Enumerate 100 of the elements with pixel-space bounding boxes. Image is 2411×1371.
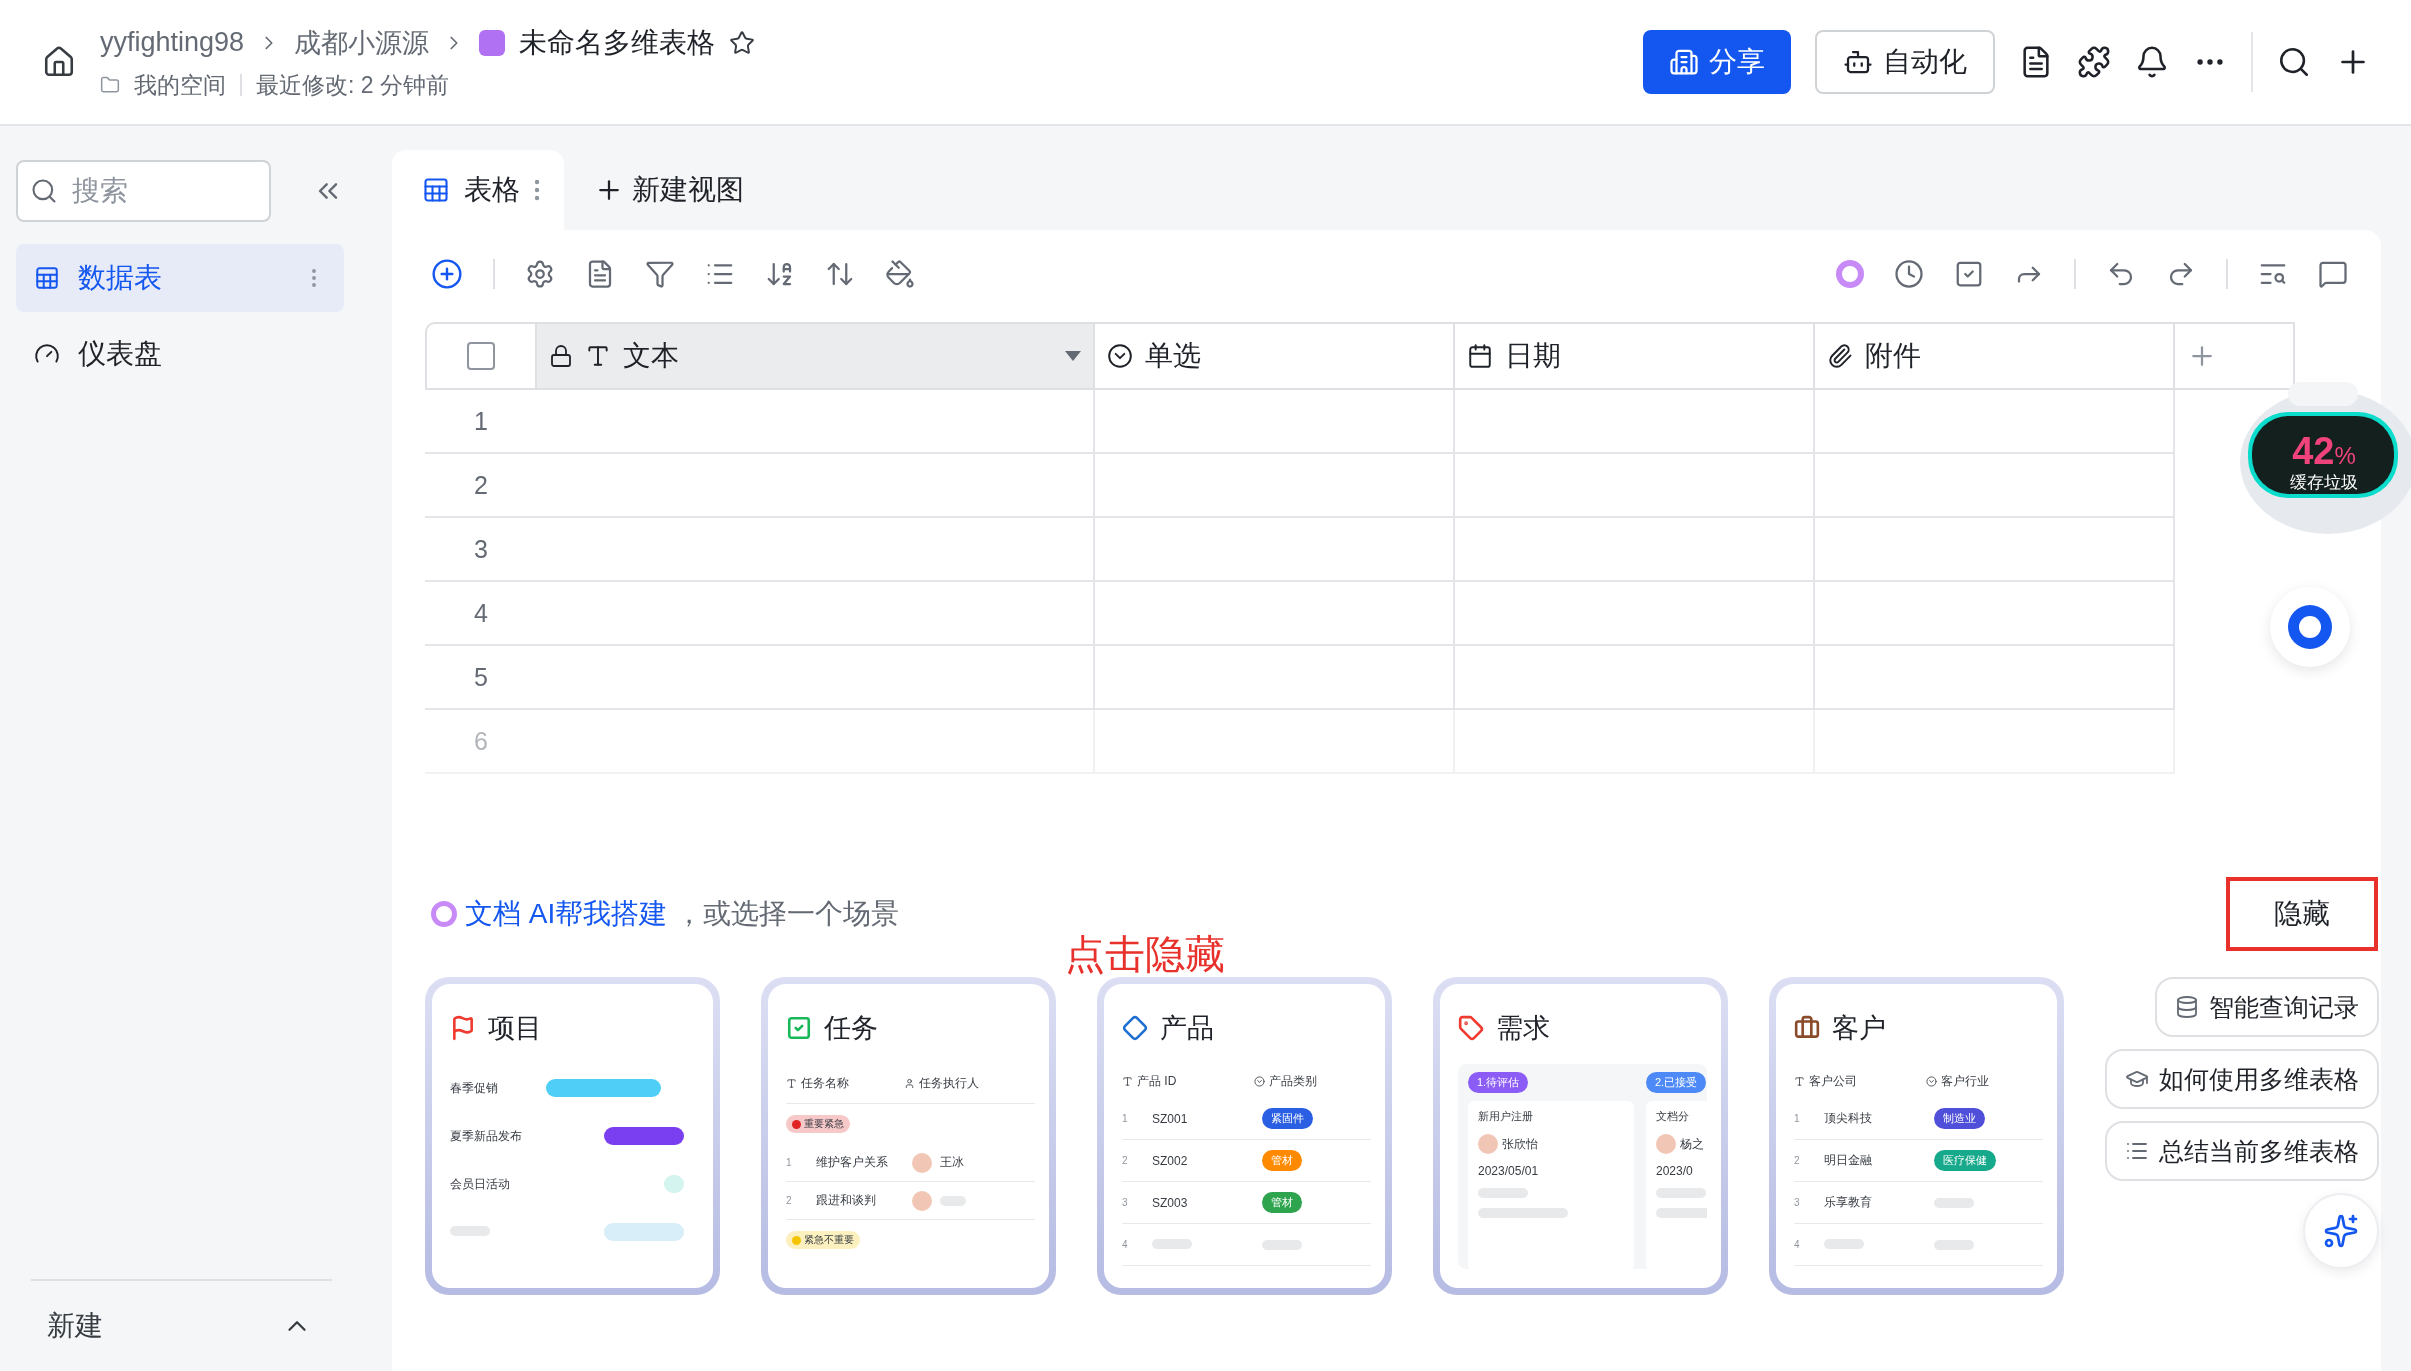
document-title: 未命名多维表格: [519, 25, 716, 60]
star-icon[interactable]: [729, 29, 756, 56]
avatar: [1656, 1134, 1676, 1154]
table-cell-text: 乐享教育: [1824, 1194, 1873, 1211]
checkbox-icon: [786, 1015, 812, 1041]
table-cell-text: SZ002: [1152, 1153, 1189, 1168]
row-number: 2: [425, 454, 537, 518]
table-cell[interactable]: [1095, 518, 1455, 582]
automation-button[interactable]: 自动化: [1815, 30, 1995, 94]
scene-card[interactable]: 任务 任务名称 任务执行人 重要紧急 1 维护客户关系 王冰 2 跟进和谈判 紧急不重要: [761, 977, 1056, 1295]
category-tag: 管材: [1262, 1192, 1302, 1213]
new-view-button[interactable]: 新建视图: [582, 150, 756, 230]
assistant-action-button[interactable]: 智能查询记录: [2155, 977, 2379, 1037]
table-cell[interactable]: [1455, 518, 1815, 582]
assistant-action-button[interactable]: 如何使用多维表格: [2105, 1049, 2379, 1109]
filter-icon[interactable]: [645, 259, 675, 289]
table-cell[interactable]: [1455, 646, 1815, 710]
dropdown-icon[interactable]: [1065, 351, 1081, 361]
table-cell[interactable]: [1815, 646, 2175, 710]
stage-tag: 1.待评估: [1468, 1072, 1529, 1093]
app-icon: [479, 29, 506, 56]
avatar: [912, 1152, 932, 1173]
table-cell[interactable]: [1455, 390, 1815, 454]
table-cell: 王冰: [940, 1154, 964, 1171]
table-cell[interactable]: [1815, 390, 2175, 454]
scene-card[interactable]: 产品 产品 ID 产品类别 1 SZ001 紧固件 2 SZ002 管材 3 SZ003 管材 4: [1097, 977, 1392, 1295]
table-cell[interactable]: [1455, 582, 1815, 646]
table-cell[interactable]: [537, 454, 1095, 518]
table-icon: [422, 176, 450, 204]
table-cell[interactable]: [1815, 518, 2175, 582]
select-icon: [1107, 343, 1133, 369]
settings-icon[interactable]: [525, 259, 555, 289]
ai-ring-icon[interactable]: [1836, 260, 1864, 288]
share-button[interactable]: 分享: [1643, 30, 1791, 94]
gantt-bar: [664, 1175, 684, 1193]
table-cell[interactable]: [1815, 710, 2175, 774]
table-cell[interactable]: [1095, 646, 1455, 710]
row-number: 2: [786, 1195, 793, 1206]
kanban-card: 文档分 杨之 2023/0: [1646, 1101, 1707, 1269]
checkbox[interactable]: [467, 342, 495, 370]
paint-bucket-icon[interactable]: [885, 259, 915, 289]
hide-button[interactable]: 隐藏: [2226, 877, 2378, 951]
table-cell-text: 维护客户关系: [816, 1154, 889, 1171]
breadcrumb-link[interactable]: yyfighting98: [100, 27, 245, 58]
comment-icon[interactable]: [2318, 259, 2348, 289]
column-header[interactable]: 单选: [1095, 322, 1455, 390]
search-field[interactable]: 搜索: [16, 160, 271, 222]
checkbox-icon[interactable]: [1954, 259, 1984, 289]
puzzle-icon[interactable]: [2077, 45, 2111, 79]
column-header: 任务执行人: [919, 1075, 979, 1092]
table-cell[interactable]: [1095, 710, 1455, 774]
table-cell[interactable]: [1455, 454, 1815, 518]
table-cell[interactable]: [1095, 454, 1455, 518]
scene-card[interactable]: 项目 春季促销 夏季新品发布 会员日活动: [425, 977, 720, 1295]
home-icon[interactable]: [42, 45, 76, 79]
scene-card[interactable]: 客户 客户公司 客户行业 1 顶尖科技 制造业 2 明日金融 医疗保健 3 乐享教育 4: [1769, 977, 2064, 1295]
table-cell[interactable]: [1815, 582, 2175, 646]
new-label[interactable]: 新建: [47, 1307, 103, 1345]
table-cell[interactable]: [537, 390, 1095, 454]
row-number: 5: [425, 646, 537, 710]
bell-icon[interactable]: [2135, 45, 2169, 79]
column-header: 任务名称: [801, 1075, 849, 1092]
ai-build-link[interactable]: 文档 AI帮我搭建: [465, 895, 668, 933]
add-icon[interactable]: [431, 258, 463, 290]
flag-icon: [450, 1015, 476, 1041]
search-icon[interactable]: [2277, 45, 2311, 79]
table-cell[interactable]: [1455, 710, 1815, 774]
location-text: 我的空间: [134, 70, 226, 100]
table-icon: [34, 265, 60, 291]
percent-text: 42%: [2292, 432, 2356, 470]
breadcrumb-link[interactable]: 成都小源源: [294, 24, 430, 61]
card-title: 需求: [1496, 1012, 1550, 1045]
briefcase-icon: [1794, 1015, 1820, 1041]
table-cell[interactable]: [1095, 582, 1455, 646]
table-cell[interactable]: [537, 518, 1095, 582]
column-header[interactable]: [425, 322, 537, 390]
task-label: 会员日活动: [450, 1175, 511, 1193]
avatar: [912, 1190, 932, 1211]
table-cell[interactable]: [537, 646, 1095, 710]
table-cell[interactable]: [1815, 454, 2175, 518]
tag-icon: [1458, 1015, 1484, 1041]
table-cell[interactable]: [1095, 390, 1455, 454]
table-cell-text: 明日金融: [1824, 1152, 1873, 1169]
sidebar-item[interactable]: 数据表: [16, 244, 344, 312]
assistant-action-button[interactable]: 总结当前多维表格: [2105, 1121, 2379, 1181]
text-type-icon: [786, 1078, 797, 1089]
task-label: 春季促销: [450, 1079, 499, 1097]
history-icon[interactable]: [1894, 259, 1924, 289]
column-header[interactable]: 日期: [1455, 322, 1815, 390]
row-number: 1: [425, 390, 537, 454]
table-cell[interactable]: [537, 710, 1095, 774]
table-cell[interactable]: [537, 582, 1095, 646]
person-name: 张欣怡: [1502, 1135, 1538, 1153]
category-tag: 制造业: [1934, 1108, 1985, 1129]
view-tab[interactable]: 表格: [392, 150, 564, 230]
column-header[interactable]: 附件: [1815, 322, 2175, 390]
scene-card[interactable]: 需求 1.待评估 新用户注册 张欣怡 2023/05/01 2.已接受 文档分 杨之 2023/0: [1433, 977, 1728, 1295]
sidebar-item[interactable]: 仪表盘: [16, 320, 344, 388]
column-header[interactable]: 文本: [537, 322, 1095, 390]
annotation-text: 点击隐藏: [1065, 931, 1225, 978]
